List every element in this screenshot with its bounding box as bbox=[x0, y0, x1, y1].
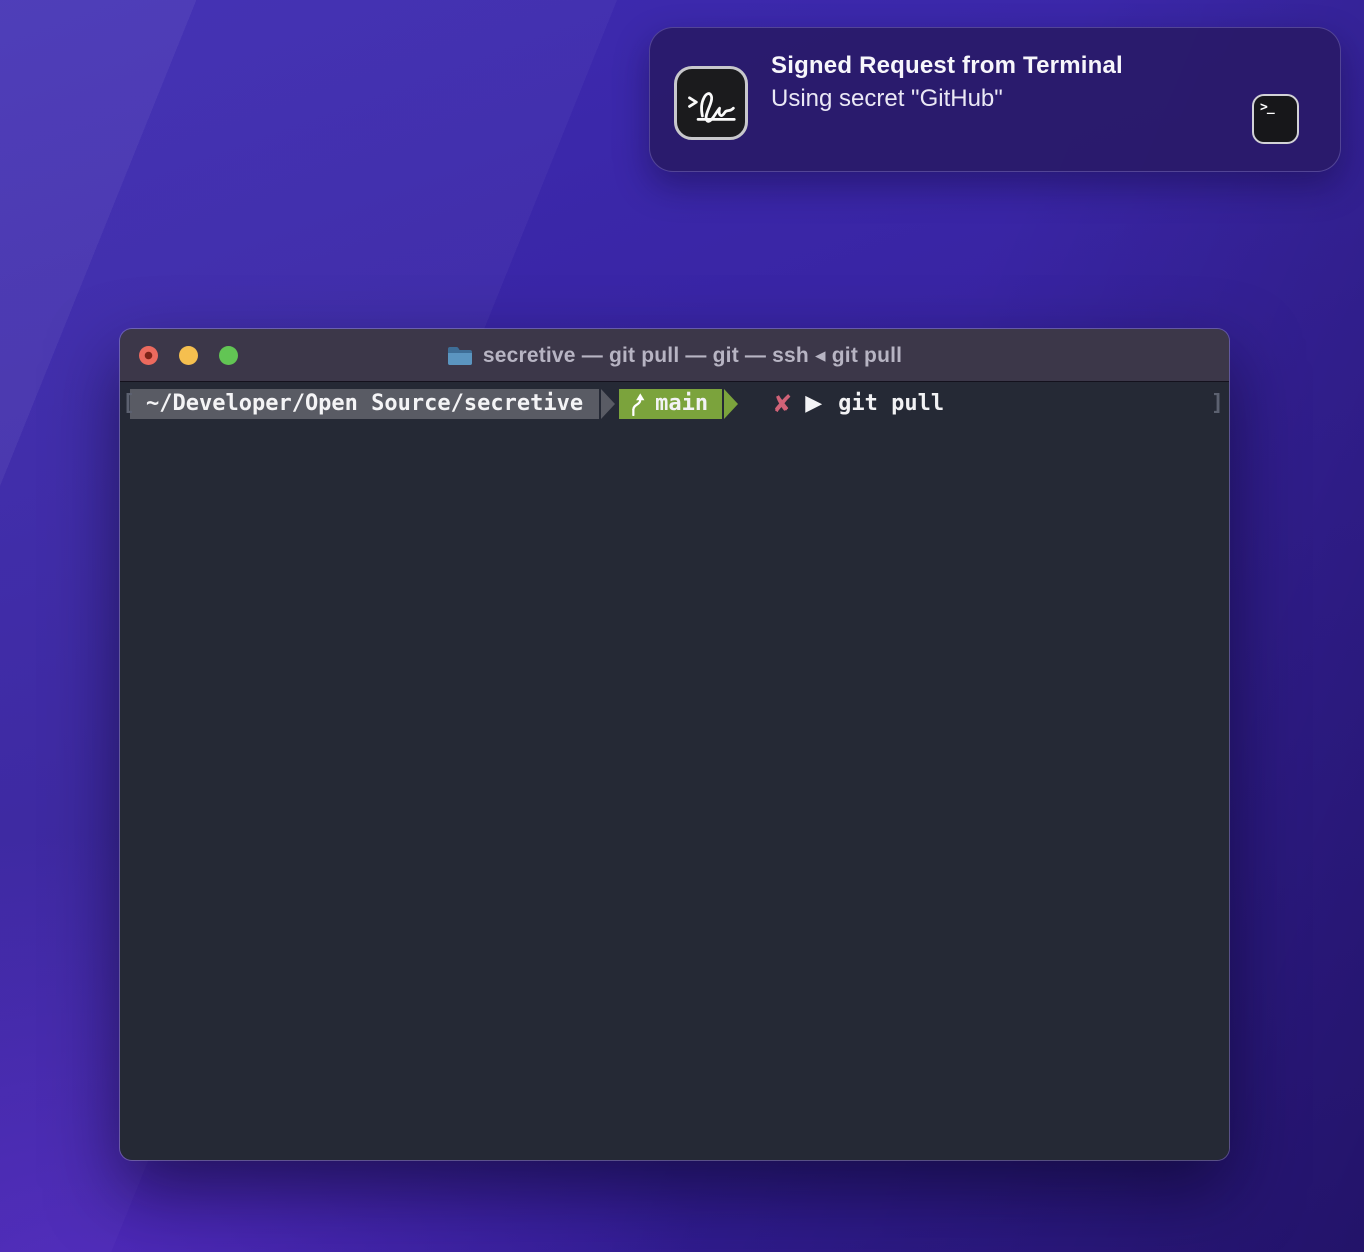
powerline-arrow-icon bbox=[601, 389, 615, 419]
notification-title: Signed Request from Terminal bbox=[771, 51, 1123, 81]
prompt-left-bracket: [ bbox=[122, 389, 135, 419]
terminal-icon-glyph: >_ bbox=[1260, 100, 1274, 115]
notification-body: Using secret "GitHub" bbox=[771, 84, 1123, 114]
window-title: secretive — git pull — git — ssh ◂ git p… bbox=[447, 343, 902, 368]
close-button[interactable] bbox=[139, 346, 158, 365]
zoom-button[interactable] bbox=[219, 346, 238, 365]
git-branch-name: main bbox=[655, 389, 708, 419]
window-titlebar[interactable]: secretive — git pull — git — ssh ◂ git p… bbox=[120, 329, 1229, 382]
git-dirty-icon: ✘ bbox=[772, 389, 792, 419]
signature-icon bbox=[680, 72, 742, 134]
window-title-text: secretive — git pull — git — ssh ◂ git p… bbox=[483, 343, 902, 368]
terminal-content[interactable]: [ ~/Developer/Open Source/secretive main… bbox=[120, 382, 1229, 1160]
folder-icon bbox=[447, 345, 473, 366]
desktop-wallpaper: Signed Request from Terminal Using secre… bbox=[0, 0, 1364, 1252]
powerline-arrow-icon bbox=[724, 389, 738, 419]
git-branch-icon bbox=[629, 392, 646, 416]
typed-command: git pull bbox=[838, 389, 944, 419]
secretive-app-icon bbox=[674, 66, 748, 140]
shell-prompt: [ ~/Developer/Open Source/secretive main… bbox=[120, 389, 1229, 419]
notification-banner[interactable]: Signed Request from Terminal Using secre… bbox=[649, 27, 1341, 172]
prompt-run-icon: ▶ bbox=[805, 389, 822, 419]
prompt-path-segment: ~/Developer/Open Source/secretive bbox=[130, 389, 599, 419]
terminal-window: secretive — git pull — git — ssh ◂ git p… bbox=[120, 329, 1229, 1160]
traffic-lights bbox=[139, 329, 238, 381]
prompt-branch-segment: main bbox=[619, 389, 722, 419]
terminal-icon: >_ bbox=[1252, 94, 1299, 144]
minimize-button[interactable] bbox=[179, 346, 198, 365]
prompt-right-bracket: ] bbox=[1211, 389, 1224, 419]
